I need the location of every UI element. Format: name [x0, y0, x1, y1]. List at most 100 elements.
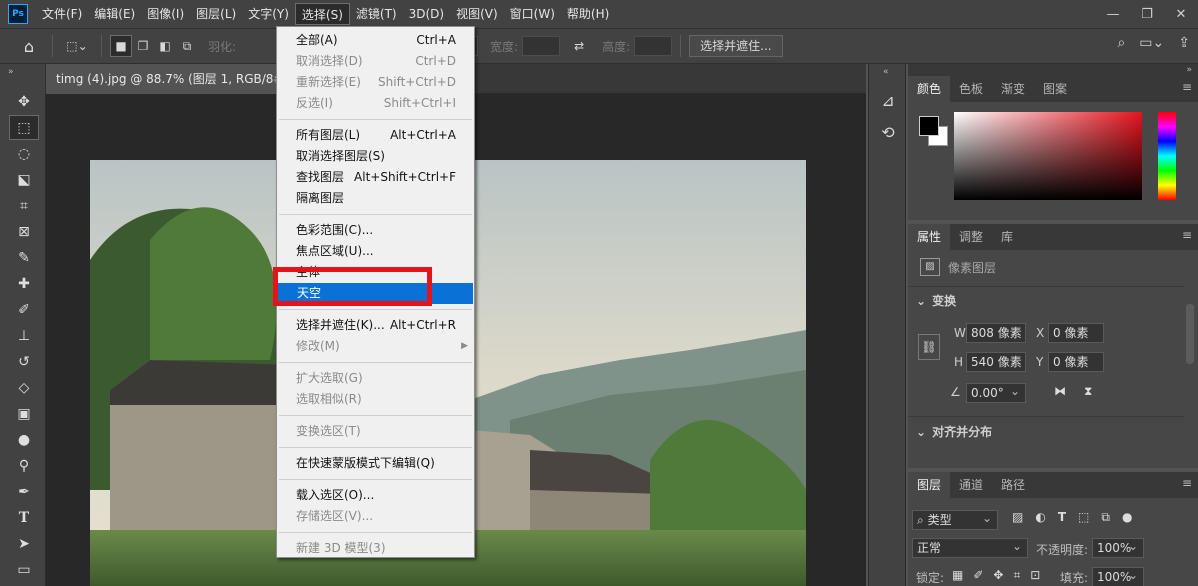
swap-icon[interactable]: ⇄: [568, 35, 590, 57]
eyedropper-tool-icon[interactable]: ✎: [9, 245, 39, 270]
opacity-field[interactable]: 100%: [1092, 537, 1144, 558]
smart-object-filter-icon[interactable]: ⧉: [1101, 510, 1110, 525]
workspace-icon[interactable]: ▭⌄: [1139, 35, 1164, 51]
collapse-icon[interactable]: «: [869, 64, 905, 82]
link-dimensions-icon[interactable]: ⛓: [918, 334, 940, 360]
type-filter-icon[interactable]: T: [1058, 510, 1066, 525]
select-and-mask-button[interactable]: 选择并遮住...: [689, 35, 783, 57]
lock-position-icon[interactable]: ✥: [993, 568, 1003, 583]
transform-header[interactable]: ⌄ 变换: [916, 292, 956, 309]
hue-slider[interactable]: [1158, 112, 1176, 200]
y-field[interactable]: 0 像素: [1048, 352, 1104, 372]
adjustments-icon[interactable]: ⊿: [874, 86, 902, 114]
tab-swatches[interactable]: 色板: [950, 76, 992, 102]
marquee-preset-icon[interactable]: ⬚⌄: [61, 35, 93, 57]
menu-type[interactable]: 文字(Y): [242, 3, 295, 25]
tab-libraries[interactable]: 库: [992, 224, 1022, 250]
panel-collapse-icon[interactable]: »: [908, 64, 1198, 76]
filter-toggle-icon[interactable]: ●: [1122, 510, 1132, 525]
gradient-tool-icon[interactable]: ▣: [9, 401, 39, 426]
adjustment-filter-icon[interactable]: ◐: [1035, 510, 1045, 525]
crop-tool-icon[interactable]: ⌗: [9, 193, 39, 218]
menu-item-similar[interactable]: 选取相似(R): [277, 389, 474, 410]
width-field[interactable]: 808 像素: [966, 323, 1026, 343]
pen-tool-icon[interactable]: ✒: [9, 479, 39, 504]
menu-item-isolate-layers[interactable]: 隔离图层: [277, 188, 474, 209]
lock-artboard-icon[interactable]: ⌗: [1013, 568, 1020, 583]
menu-item-new-3d-model[interactable]: 新建 3D 模型(3): [277, 538, 474, 559]
menu-3d[interactable]: 3D(D): [403, 3, 450, 25]
tab-properties[interactable]: 属性: [908, 224, 951, 250]
lasso-tool-icon[interactable]: ◌: [9, 141, 39, 166]
menu-item-reselect[interactable]: 重新选择(E) Shift+Ctrl+D: [277, 72, 474, 93]
menu-file[interactable]: 文件(F): [36, 3, 88, 25]
clone-stamp-tool-icon[interactable]: ⊥: [9, 323, 39, 348]
menu-item-all[interactable]: 全部(A) Ctrl+A: [277, 30, 474, 51]
dodge-tool-icon[interactable]: ⚲: [9, 453, 39, 478]
rectangle-tool-icon[interactable]: ▭: [9, 557, 39, 582]
maximize-button[interactable]: ❐: [1130, 7, 1164, 22]
fill-field[interactable]: 100%: [1092, 566, 1144, 586]
lock-pixels-icon[interactable]: ▦: [952, 568, 963, 583]
marquee-tool-icon[interactable]: ⬚: [9, 115, 39, 140]
menu-item-deselect-layers[interactable]: 取消选择图层(S): [277, 146, 474, 167]
menu-item-focus-area[interactable]: 焦点区域(U)...: [277, 241, 474, 262]
menu-layer[interactable]: 图层(L): [190, 3, 242, 25]
menu-item-select-and-mask[interactable]: 选择并遮住(K)... Alt+Ctrl+R: [277, 315, 474, 336]
scrollbar[interactable]: [1186, 304, 1194, 364]
foreground-swatch[interactable]: [919, 116, 939, 136]
menu-item-save-selection[interactable]: 存储选区(V)...: [277, 506, 474, 527]
menu-item-color-range[interactable]: 色彩范围(C)...: [277, 220, 474, 241]
x-field[interactable]: 0 像素: [1048, 323, 1104, 343]
close-window-button[interactable]: ✕: [1164, 7, 1198, 22]
width-input[interactable]: [522, 36, 561, 56]
eraser-tool-icon[interactable]: ◇: [9, 375, 39, 400]
flip-vertical-icon[interactable]: ⧗: [1084, 384, 1092, 399]
menu-item-quick-mask[interactable]: 在快速蒙版模式下编辑(Q): [277, 453, 474, 474]
menu-item-inverse[interactable]: 反选(I) Shift+Ctrl+I: [277, 93, 474, 114]
object-select-tool-icon[interactable]: ⬕: [9, 167, 39, 192]
layer-filter-select[interactable]: ⌕ 类型: [912, 509, 998, 530]
menu-image[interactable]: 图像(I): [141, 3, 190, 25]
shape-filter-icon[interactable]: ⬚: [1078, 510, 1089, 525]
new-selection-icon[interactable]: ■: [110, 35, 132, 57]
menu-item-subject[interactable]: 主体: [277, 262, 474, 283]
menu-item-find-layers[interactable]: 查找图层 Alt+Shift+Ctrl+F: [277, 167, 474, 188]
lock-paint-icon[interactable]: ✐: [973, 568, 983, 583]
tab-color[interactable]: 颜色: [908, 76, 951, 102]
tab-paths[interactable]: 路径: [992, 472, 1034, 498]
tab-gradients[interactable]: 渐变: [992, 76, 1034, 102]
panel-menu-icon[interactable]: ≡: [1182, 476, 1192, 490]
menu-view[interactable]: 视图(V): [450, 3, 504, 25]
subtract-selection-icon[interactable]: ◧: [154, 35, 176, 57]
search-icon[interactable]: ⌕: [1117, 35, 1125, 51]
add-selection-icon[interactable]: ❐: [132, 35, 154, 57]
panel-menu-icon[interactable]: ≡: [1182, 228, 1192, 242]
tab-channels[interactable]: 通道: [950, 472, 992, 498]
move-tool-icon[interactable]: ✥: [9, 89, 39, 114]
tab-adjustments[interactable]: 调整: [950, 224, 992, 250]
history-icon[interactable]: ⟲: [874, 118, 902, 146]
minimize-button[interactable]: —: [1096, 7, 1130, 22]
menu-window[interactable]: 窗口(W): [504, 3, 561, 25]
intersect-selection-icon[interactable]: ⧉: [176, 35, 198, 57]
frame-tool-icon[interactable]: ⊠: [9, 219, 39, 244]
height-input[interactable]: [634, 36, 673, 56]
menu-item-grow[interactable]: 扩大选取(G): [277, 368, 474, 389]
tab-layers[interactable]: 图层: [908, 472, 951, 498]
tab-patterns[interactable]: 图案: [1034, 76, 1076, 102]
menu-filter[interactable]: 滤镜(T): [350, 3, 403, 25]
color-field[interactable]: [954, 112, 1142, 200]
align-header[interactable]: ⌄ 对齐并分布: [916, 423, 992, 440]
menu-select[interactable]: 选择(S): [294, 3, 350, 25]
angle-field[interactable]: 0.00°: [966, 382, 1026, 403]
panel-menu-icon[interactable]: ≡: [1182, 80, 1192, 94]
menu-item-all-layers[interactable]: 所有图层(L) Alt+Ctrl+A: [277, 125, 474, 146]
path-select-tool-icon[interactable]: ➤: [9, 531, 39, 556]
type-tool-icon[interactable]: T: [9, 505, 39, 530]
menu-item-deselect[interactable]: 取消选择(D) Ctrl+D: [277, 51, 474, 72]
menu-item-modify[interactable]: 修改(M) ▶: [277, 336, 474, 357]
menu-edit[interactable]: 编辑(E): [88, 3, 141, 25]
menu-item-sky[interactable]: 天空: [278, 283, 473, 304]
share-icon[interactable]: ⇪: [1178, 35, 1190, 51]
